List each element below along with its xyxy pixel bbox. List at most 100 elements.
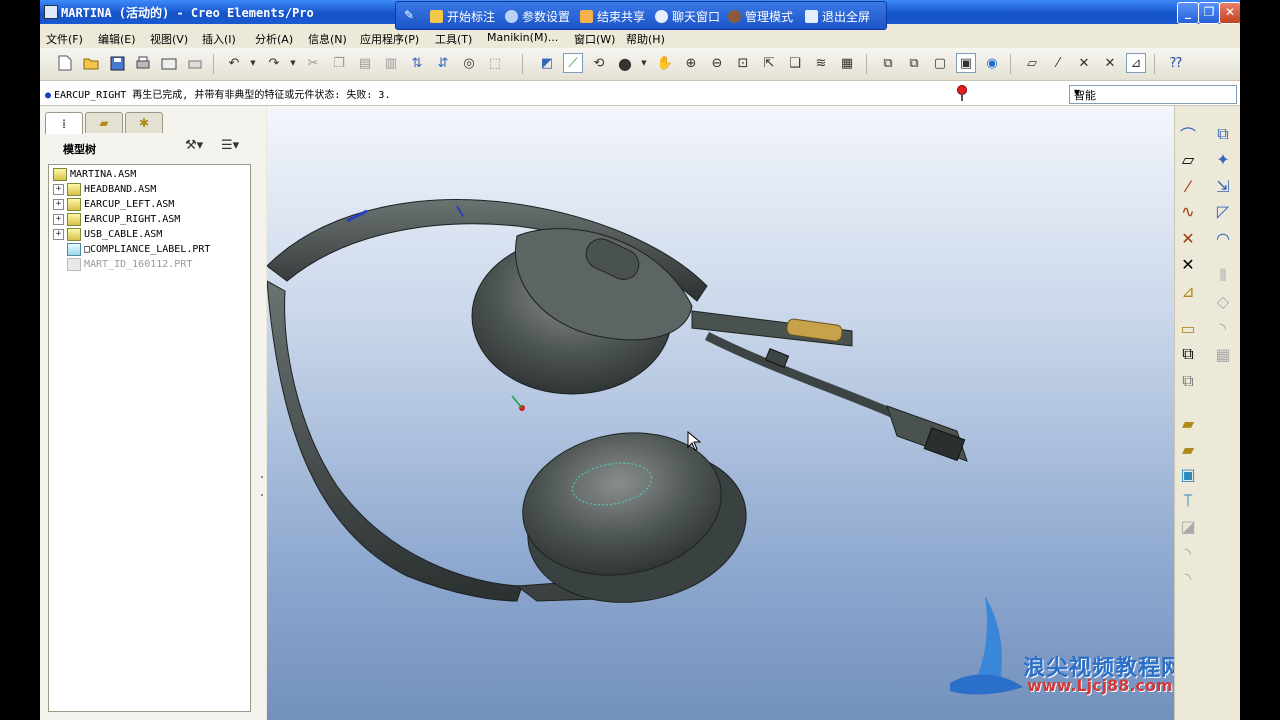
admin-mode-button[interactable]: 管理模式 (728, 8, 793, 25)
regen-status-light-icon[interactable] (955, 84, 969, 102)
menu-applications[interactable]: 应用程序(P) (360, 31, 419, 47)
tree-item-compliance-label[interactable]: □COMPLIANCE_LABEL.PRT (53, 242, 210, 257)
tab-folder-browser[interactable]: ▰ (85, 112, 123, 133)
draft-button[interactable]: ◝ (1178, 568, 1198, 588)
menu-tools[interactable]: 工具(T) (435, 31, 472, 47)
mirror-button[interactable]: ⫴ (1213, 266, 1233, 286)
view-manager-button[interactable]: ▦ (837, 53, 857, 73)
reorient-button[interactable]: ⇱ (759, 53, 779, 73)
pattern-button[interactable]: ⇲ (1213, 176, 1233, 196)
end-share-button[interactable]: 结束共享 (580, 8, 645, 25)
tree-item-headband[interactable]: + HEADBAND.ASM (53, 182, 156, 197)
send-mail-button[interactable] (159, 53, 179, 73)
regen-manager-button[interactable]: ⇵ (433, 53, 453, 73)
tab-model-tree[interactable]: ⁞ (45, 112, 83, 134)
expand-icon[interactable]: + (53, 199, 64, 210)
expand-icon[interactable]: + (53, 229, 64, 240)
tab-favorites[interactable]: ✱ (125, 112, 163, 133)
selection-filter-dropdown[interactable]: 智能 ▼ (1069, 85, 1237, 104)
tree-item-usb-cable[interactable]: + USB_CABLE.ASM (53, 227, 162, 242)
print-preview-button[interactable] (185, 53, 205, 73)
expand-icon[interactable]: + (53, 214, 64, 225)
paste-button[interactable]: ▤ (355, 53, 375, 73)
view-tool-button[interactable]: ⧉ (1178, 344, 1198, 364)
csys-tool-button[interactable]: ✕ (1178, 254, 1198, 274)
chat-window-button[interactable]: 聊天窗口 (655, 8, 720, 25)
pin-button[interactable]: ✎ (404, 8, 414, 22)
param-settings-button[interactable]: 参数设置 (505, 8, 570, 25)
expand-icon[interactable]: + (53, 184, 64, 195)
datum-planes-button[interactable]: ▱ (1022, 53, 1042, 73)
tree-show-button[interactable]: ☰▾ (221, 138, 239, 153)
redo-button[interactable]: ↷ (264, 53, 284, 73)
shell-button[interactable]: ◪ (1178, 516, 1198, 536)
find-button[interactable]: ◎ (459, 53, 479, 73)
extrude-button[interactable]: ▰ (1178, 413, 1198, 433)
enhanced-realism-button[interactable]: ◉ (982, 53, 1002, 73)
menu-manikin[interactable]: Manikin(M)... (487, 31, 558, 44)
wireframe-button[interactable]: ⧉ (878, 53, 898, 73)
menu-view[interactable]: 视图(V) (150, 31, 188, 47)
zoom-in-button[interactable]: ⊕ (681, 53, 701, 73)
hidden-line-button[interactable]: ⧉ (904, 53, 924, 73)
curve-tool-button[interactable]: ∿ (1178, 201, 1198, 221)
merge-button[interactable]: ◇ (1213, 291, 1233, 311)
csys-button[interactable]: ✕ (1100, 53, 1120, 73)
datum-display-button[interactable]: ⟋ (563, 53, 583, 73)
cut-button[interactable]: ✂ (303, 53, 323, 73)
minimize-button[interactable]: _ (1177, 2, 1199, 24)
surface-button[interactable]: ◸ (1213, 201, 1233, 221)
tree-item-root[interactable]: MARTINA.ASM (53, 167, 136, 182)
undo-dropdown[interactable]: ▼ (243, 53, 263, 73)
shaded-button[interactable]: ▣ (956, 53, 976, 73)
graphics-window[interactable]: 浪尖视频教程网 www.Ljcj88.com (267, 106, 1174, 720)
redo-dropdown[interactable]: ▼ (283, 53, 303, 73)
refit-button[interactable]: ⊡ (733, 53, 753, 73)
panel-sash-handle[interactable] (260, 456, 264, 516)
menu-window[interactable]: 窗口(W) (574, 31, 615, 47)
grid-button[interactable]: ▦ (1213, 344, 1233, 364)
start-annotate-button[interactable]: 开始标注 (430, 8, 495, 25)
context-help-button[interactable]: ⁇ (1166, 53, 1186, 73)
round-button[interactable]: ◠ (1213, 228, 1233, 248)
tree-item-earcup-left[interactable]: + EARCUP_LEFT.ASM (53, 197, 174, 212)
regenerate-button[interactable]: ⇅ (407, 53, 427, 73)
tree-item-mart-id[interactable]: MART_ID_160112.PRT (53, 257, 192, 272)
hole-button[interactable]: ⟙ (1178, 491, 1198, 511)
axis-tool-button[interactable]: ⁄ (1178, 176, 1198, 196)
menu-info[interactable]: 信息(N) (308, 31, 347, 47)
rib-button[interactable]: ◝ (1178, 543, 1198, 563)
no-hidden-button[interactable]: ▢ (930, 53, 950, 73)
create-component-button[interactable]: ✦ (1213, 149, 1233, 169)
menu-analysis[interactable]: 分析(A) (255, 31, 293, 47)
shading-button[interactable]: ● (615, 53, 635, 73)
print-button[interactable] (133, 53, 153, 73)
layer-tool-button[interactable]: ⧉ (1178, 371, 1198, 391)
menu-help[interactable]: 帮助(H) (626, 31, 665, 47)
datum-points-button[interactable]: ✕ (1074, 53, 1094, 73)
sketch-tool-button[interactable]: ⌒ (1178, 124, 1198, 145)
undo-button[interactable]: ↶ (224, 53, 244, 73)
sweep-button[interactable]: ▣ (1178, 464, 1198, 484)
save-button[interactable] (107, 53, 127, 73)
open-button[interactable] (81, 53, 101, 73)
spin-center-button[interactable]: ⟲ (589, 53, 609, 73)
tree-item-earcup-right[interactable]: + EARCUP_RIGHT.ASM (53, 212, 180, 227)
plane-tool-button[interactable]: ▱ (1178, 149, 1198, 169)
new-file-button[interactable] (55, 53, 75, 73)
copy-button[interactable]: ❐ (329, 53, 349, 73)
layers-button[interactable]: ≋ (811, 53, 831, 73)
shading-dropdown[interactable]: ▼ (634, 53, 654, 73)
saved-views-button[interactable]: ❏ (785, 53, 805, 73)
trim-button[interactable]: ◝ (1213, 318, 1233, 338)
annotation-tool-button[interactable]: ▭ (1178, 318, 1198, 338)
menu-file[interactable]: 文件(F) (46, 31, 83, 47)
sketch-button[interactable]: ◩ (537, 53, 557, 73)
datum-axes-button[interactable]: ⁄ (1048, 53, 1068, 73)
annotation-display-button[interactable]: ⊿ (1126, 53, 1146, 73)
exit-fullscreen-button[interactable]: 退出全屏 (805, 8, 870, 25)
restore-button[interactable]: ❐ (1198, 2, 1220, 24)
zoom-out-button[interactable]: ⊖ (707, 53, 727, 73)
revolve-button[interactable]: ▰ (1178, 439, 1198, 459)
close-button[interactable]: ✕ (1219, 2, 1240, 24)
